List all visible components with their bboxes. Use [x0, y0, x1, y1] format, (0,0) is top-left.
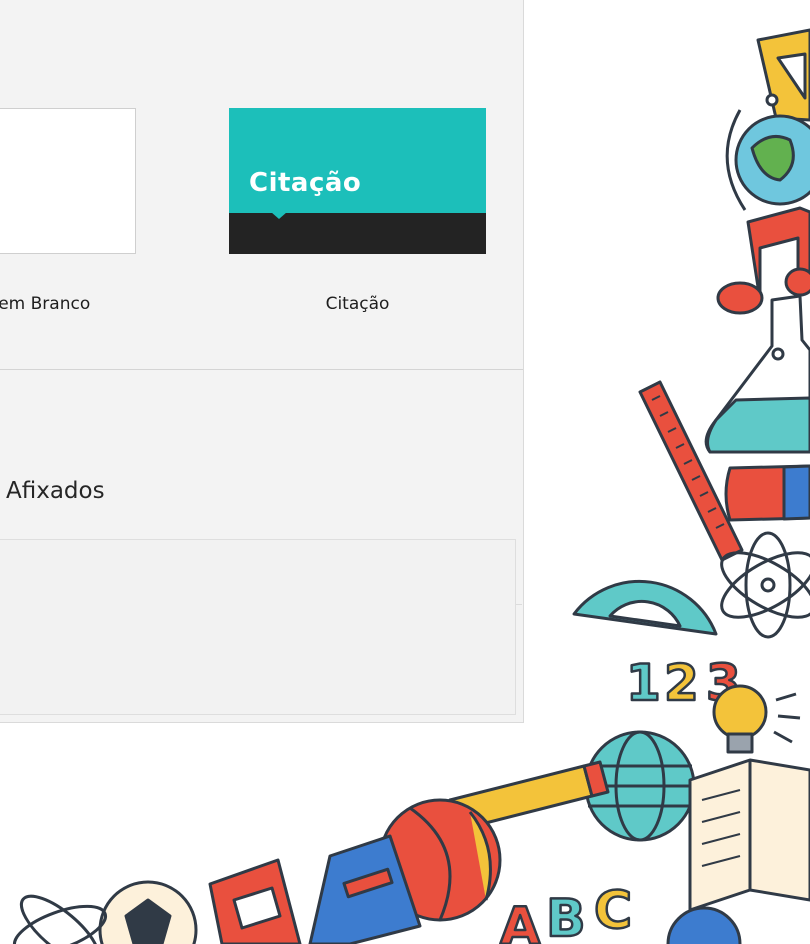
atom-icon [720, 531, 810, 639]
pencil-icon [418, 760, 610, 832]
open-book-icon [688, 758, 810, 912]
quote-template-label[interactable]: Citação [229, 294, 486, 314]
svg-text:B: B [546, 889, 586, 944]
backpack-icon [308, 834, 422, 944]
svg-text:1: 1 [626, 654, 661, 712]
section-divider [0, 369, 523, 370]
pinned-list-edge [516, 604, 522, 605]
atom-small-icon [12, 894, 108, 944]
quote-preview-notch [271, 212, 287, 219]
abc-letters-icon: A B C [499, 880, 634, 944]
soccer-ball-icon [98, 880, 198, 944]
light-bulb-icon [712, 684, 801, 754]
eraser-icon [724, 464, 810, 522]
globe-icon [725, 93, 810, 211]
template-panel: ão em Branco Citação Citação Afixados [0, 0, 524, 723]
wireframe-globe-icon [584, 730, 696, 842]
set-square-icon [756, 28, 810, 122]
blank-template-thumbnail[interactable] [0, 108, 136, 254]
numbers-icon: 1 2 3 [625, 653, 742, 714]
small-globe-icon [666, 906, 742, 944]
notebook-icon [208, 858, 302, 944]
svg-text:A: A [500, 897, 540, 944]
quote-template-thumbnail[interactable]: Citação [229, 108, 486, 254]
music-note-icon [716, 206, 810, 315]
quote-preview-band [229, 213, 486, 254]
blank-template-label[interactable]: ão em Branco [0, 294, 90, 314]
protractor-icon [572, 579, 718, 636]
pinned-section-title: Afixados [6, 478, 105, 504]
ruler-icon [638, 380, 744, 562]
pinned-list-area[interactable] [0, 539, 516, 715]
flask-icon [704, 294, 810, 454]
svg-text:2: 2 [664, 654, 699, 712]
svg-text:3: 3 [706, 654, 741, 712]
ball-icon [378, 798, 502, 922]
quote-preview-title: Citação [249, 168, 362, 198]
svg-text:C: C [594, 881, 632, 941]
